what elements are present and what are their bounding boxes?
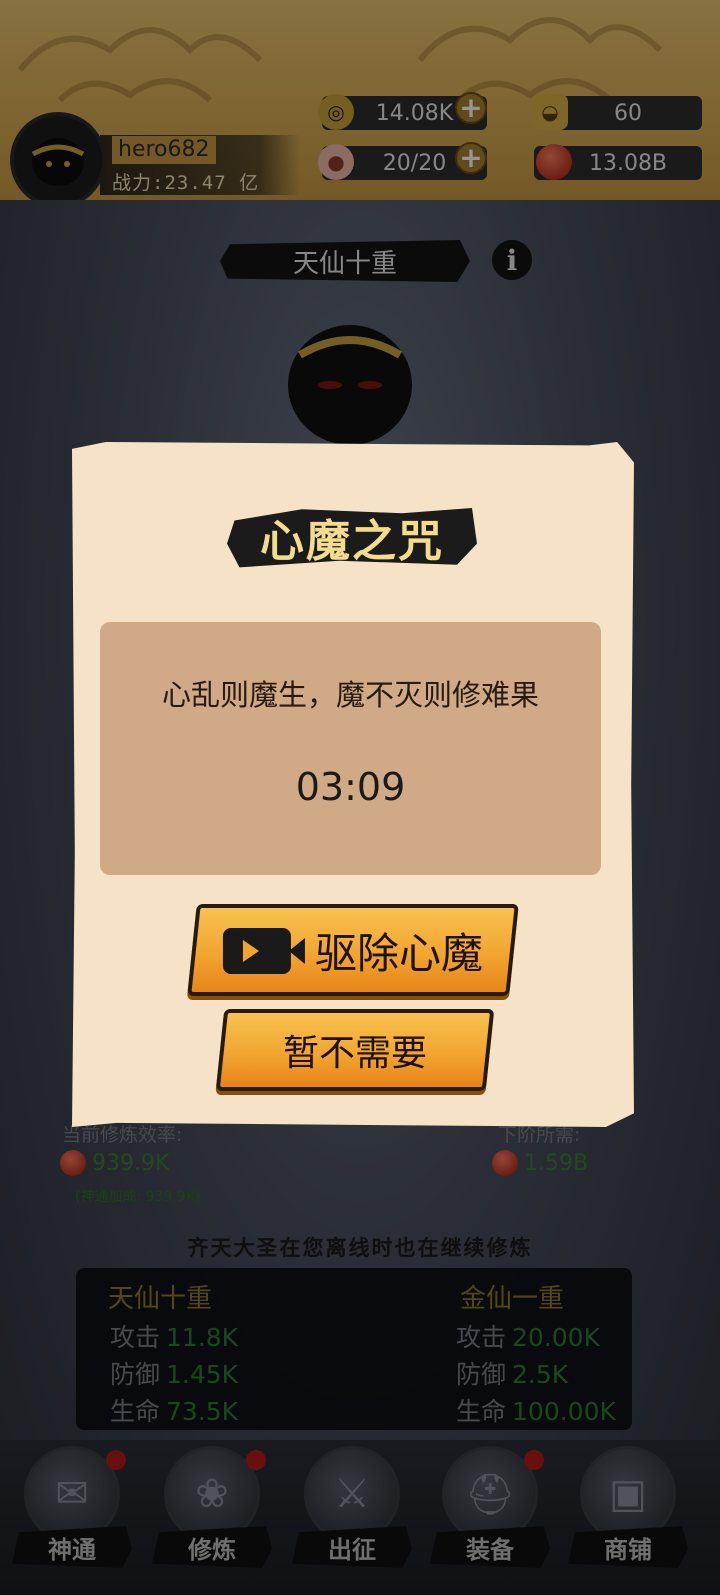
dialog-title: 心魔之咒: [227, 507, 477, 568]
message-box: 心乱则魔生，魔不灭则修难果 03:09: [100, 622, 601, 875]
not-now-label: 暂不需要: [282, 1033, 427, 1074]
dispel-demon-content: 驱除心魔: [222, 920, 483, 981]
inner-demon-dialog: 心魔之咒 心乱则魔生，魔不灭则修难果 03:09 驱除心魔 暂不需要: [72, 442, 634, 1127]
countdown-timer: 03:09: [295, 765, 406, 809]
dispel-demon-button[interactable]: 驱除心魔: [187, 904, 519, 996]
dispel-demon-label: 驱除心魔: [314, 928, 483, 978]
not-now-button[interactable]: 暂不需要: [215, 1009, 495, 1091]
video-ad-icon: [222, 927, 291, 973]
dialog-message: 心乱则魔生，魔不灭则修难果: [161, 678, 539, 712]
